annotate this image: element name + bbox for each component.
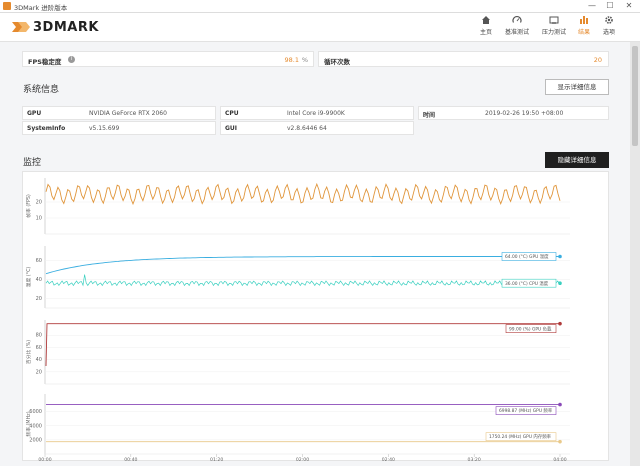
- x-tick-label: 00:40: [124, 457, 137, 462]
- series-end-marker: [558, 281, 562, 285]
- stress-icon: [549, 16, 559, 24]
- 3dmark-logo-icon: [12, 20, 30, 34]
- systeminfo-row: SystemInfo v5.15.699: [22, 121, 216, 135]
- nav-stress-test-label: 压力测试: [541, 29, 566, 36]
- nav-options-label: 选项: [602, 29, 615, 36]
- nav-home-label: 主页: [479, 29, 492, 36]
- cpu-label: CPU: [225, 110, 239, 117]
- series-value-label: 64.00 (°C) GPU 温度: [505, 253, 549, 260]
- nav-home[interactable]: 主页: [469, 15, 503, 36]
- hide-details-button[interactable]: 隐藏详细信息: [545, 152, 609, 168]
- nav-benchmark[interactable]: 基准测试: [500, 15, 534, 36]
- bar-chart-icon: [580, 16, 588, 24]
- window-titlebar: 3DMark 进阶版本 — ☐ ✕: [0, 0, 640, 13]
- y-tick-label: 20: [36, 296, 42, 302]
- y-tick-label: 20: [36, 200, 42, 206]
- 3dmark-logo[interactable]: 3DMARK: [12, 18, 99, 36]
- y-tick-label: 2000: [29, 437, 42, 443]
- gpu-temp-series-line: [45, 256, 561, 275]
- monitor-title: 监控: [23, 158, 42, 168]
- loop-count-label: 循环次数: [324, 58, 350, 66]
- series-end-marker: [558, 321, 562, 326]
- y-tick-label: 10: [36, 216, 42, 222]
- fps-stability-value: 98.1: [284, 56, 299, 64]
- gui-value: v2.8.6446 64: [287, 125, 327, 132]
- time-value: 2019-02-26 19:50 +08:00: [485, 110, 564, 117]
- scrollbar[interactable]: [630, 42, 640, 466]
- nav-stress-test[interactable]: 压力测试: [537, 15, 571, 36]
- series-end-marker: [558, 254, 562, 259]
- x-tick-label: 02:40: [382, 457, 395, 462]
- minimize-button[interactable]: —: [585, 1, 599, 11]
- y-tick-label: 60: [36, 345, 42, 351]
- close-button[interactable]: ✕: [622, 1, 636, 11]
- x-tick-label: 04:00: [553, 457, 566, 462]
- gui-label: GUI: [225, 125, 238, 132]
- info-icon[interactable]: i: [68, 56, 75, 63]
- y-tick-label: 60: [36, 258, 42, 264]
- series-end-marker: [558, 439, 562, 444]
- series-value-label: 6998.87 (MHz) GPU 频率: [499, 407, 553, 414]
- fps-series-line: [45, 182, 561, 206]
- monitor-chart-svg: 20 10 帧率 (FPS) 60 40 20 温度 (°C) 80 60 40 20 百分比 (%)…: [25, 178, 570, 462]
- y-axis-label: 帧率 (FPS): [25, 194, 32, 218]
- x-tick-label: 00:00: [38, 457, 51, 462]
- systeminfo-label: SystemInfo: [27, 125, 66, 132]
- system-info-title: 系统信息: [23, 85, 60, 95]
- window-title: 3DMark 进阶版本: [14, 4, 68, 12]
- y-tick-label: 40: [36, 357, 42, 363]
- y-tick-label: 40: [36, 277, 42, 283]
- nav-results-label: 结果: [577, 29, 590, 36]
- fps-stability-label: FPS稳定度: [28, 58, 62, 66]
- loop-count-cell: 循环次数 20: [318, 51, 609, 67]
- series-value-label: 36.00 (°C) CPU 温度: [505, 280, 549, 287]
- gpu-label: GPU: [27, 110, 42, 117]
- x-tick-label: 01:20: [210, 457, 223, 462]
- nav-benchmark-label: 基准测试: [504, 29, 529, 36]
- scrollbar-thumb[interactable]: [632, 46, 638, 146]
- home-icon: [482, 16, 490, 24]
- y-tick-label: 80: [36, 333, 42, 339]
- loop-count-value: 20: [593, 56, 602, 64]
- series-value-label: 1750.24 (MHz) GPU 内存频率: [489, 433, 552, 440]
- gear-icon: [605, 16, 613, 24]
- maximize-button[interactable]: ☐: [603, 1, 617, 11]
- y-axis-label: 百分比 (%): [25, 340, 32, 364]
- fps-stability-cell: FPS稳定度 i 98.1 %: [22, 51, 314, 67]
- gpu-value: NVIDIA GeForce RTX 2060: [89, 110, 167, 117]
- y-axis-label: 温度 (°C): [25, 267, 32, 288]
- gui-row: GUI v2.8.6446 64: [220, 121, 414, 135]
- x-tick-label: 02:00: [296, 457, 309, 462]
- time-row: 时间 2019-02-26 19:50 +08:00: [418, 106, 609, 120]
- show-details-button[interactable]: 显示详细信息: [545, 79, 609, 95]
- y-tick-label: 20: [36, 369, 42, 375]
- cpu-value: Intel Core i9-9900K: [287, 110, 345, 117]
- series-end-marker: [558, 402, 562, 407]
- x-tick-label: 03:20: [468, 457, 481, 462]
- cpu-row: CPU Intel Core i9-9900K: [220, 106, 414, 120]
- gpu-row: GPU NVIDIA GeForce RTX 2060: [22, 106, 216, 120]
- cpu-temp-series-line: [45, 274, 561, 287]
- nav-options[interactable]: 选项: [592, 15, 626, 36]
- systeminfo-value: v5.15.699: [89, 125, 120, 132]
- app-header: 3DMARK 主页 基准测试 压力测试 结果 选项: [0, 13, 640, 42]
- y-axis-label: 频率 (MHz): [25, 411, 32, 436]
- monitor-chart: 20 10 帧率 (FPS) 60 40 20 温度 (°C) 80 60 40 20 百分比 (%)…: [22, 171, 609, 462]
- logo-text: 3DMARK: [33, 19, 99, 35]
- app-icon: [3, 2, 11, 10]
- time-label: 时间: [423, 112, 436, 119]
- series-value-label: 99.00 (%) GPU 负载: [509, 325, 552, 332]
- fps-stability-unit: %: [301, 56, 308, 64]
- gauge-icon: [512, 15, 522, 23]
